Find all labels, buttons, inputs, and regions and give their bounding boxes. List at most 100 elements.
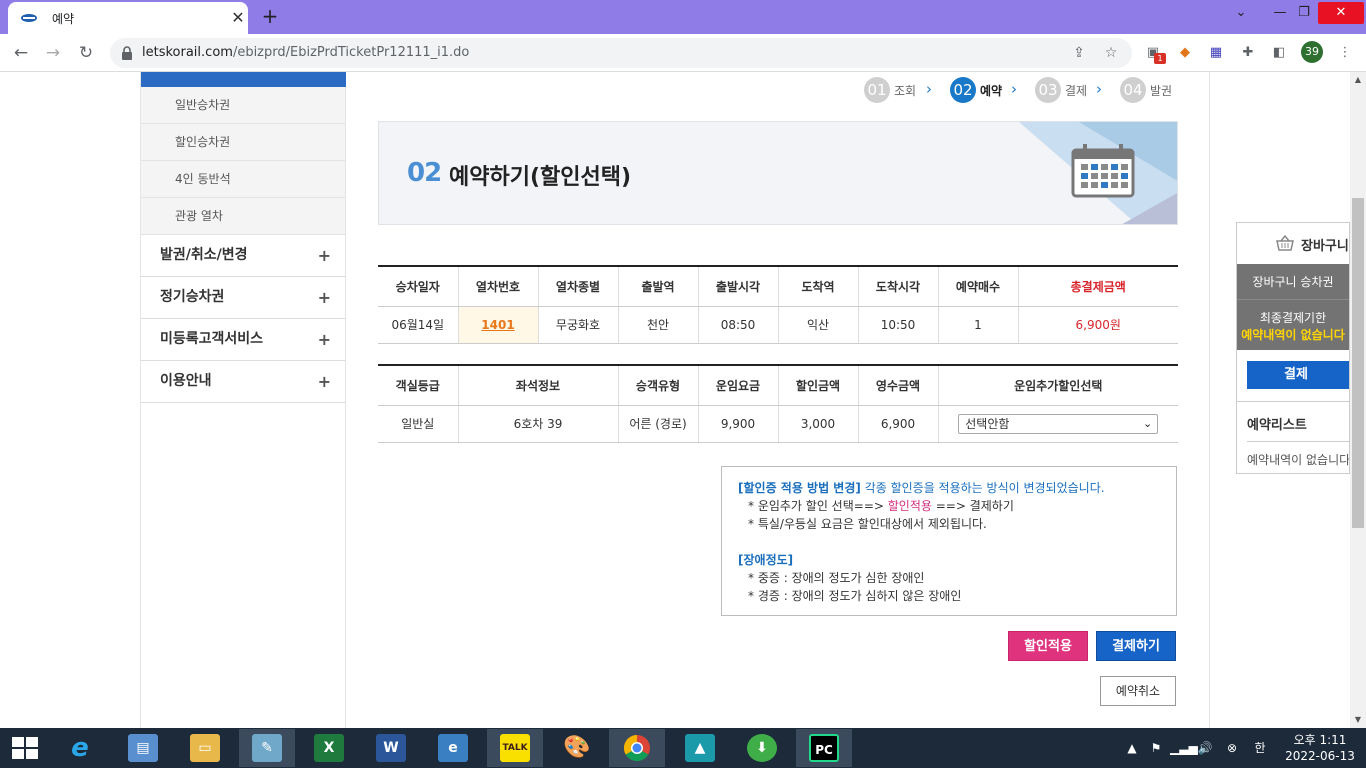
plus-icon: +	[317, 246, 331, 265]
column-header: 객실등급	[378, 365, 459, 406]
back-button[interactable]: ←	[8, 40, 34, 66]
photo-icon: ▲	[685, 734, 715, 762]
share-icon[interactable]: ⇪	[1070, 44, 1088, 62]
scroll-thumb[interactable]	[1352, 198, 1364, 528]
table-row: 06월14일 1401 무궁화호 천안 08:50 익산 10:50 1 6,9…	[378, 306, 1178, 344]
taskbar-pycharm[interactable]: PC	[796, 729, 852, 767]
folder-icon: ▭	[190, 734, 220, 762]
browser-toolbar: ← → ↻ letskorail.com/ebizprd/EbizPrdTick…	[0, 34, 1366, 72]
taskbar-notepad[interactable]: ✎	[239, 729, 295, 767]
page-title: 예약하기(할인선택)	[449, 165, 632, 190]
taskbar-paint[interactable]: 🎨	[549, 729, 605, 767]
forward-button[interactable]: →	[40, 40, 66, 66]
windows-taskbar: e ▤ ▭ ✎ X W e TALK 🎨 ▲ ⬇ PC ▲ ⚑ ▁▃▅ 🔊 ⊗ …	[0, 728, 1366, 768]
taskbar-control-panel[interactable]: ▤	[115, 729, 171, 767]
discount-notice-box: [할인증 적용 방법 변경] 각종 할인증을 적용하는 방식이 변경되었습니다.…	[721, 466, 1177, 616]
extension-shield-icon[interactable]: ▦	[1205, 42, 1227, 64]
extensions-puzzle-icon[interactable]: ✚	[1237, 42, 1259, 64]
scroll-down-icon[interactable]: ▼	[1350, 712, 1366, 728]
step-arrow-icon: ›	[1011, 80, 1017, 98]
signal-icon[interactable]: ▁▃▅	[1170, 728, 1198, 768]
sidebar-filler	[141, 403, 346, 728]
kakaotalk-icon: TALK	[500, 734, 530, 762]
tray-expand-icon[interactable]: ▲	[1124, 728, 1140, 768]
tab-close-icon[interactable]: ✕	[226, 6, 250, 30]
page-title-banner: 02 예약하기(할인선택)	[378, 121, 1178, 225]
discount-amount: 3,000	[778, 405, 859, 443]
cart-panel: 장바구니 장바구니 승차권 최종결제기한 예약내역이 없습니다 결제 예약리스트…	[1236, 222, 1350, 474]
step-arrow-icon: ›	[926, 80, 932, 98]
sidebar-active-header	[141, 72, 346, 87]
passenger-type: 어른 (경로)	[618, 405, 699, 443]
address-bar[interactable]: letskorail.com/ebizprd/EbizPrdTicketPr12…	[110, 38, 1132, 68]
sidebar-item-guest-service[interactable]: 미등록고객서비스 +	[141, 319, 346, 361]
sidebar-item-guide[interactable]: 이용안내 +	[141, 361, 346, 403]
network-warning-icon[interactable]: ⚑	[1146, 728, 1166, 768]
train-number-cell: 1401	[458, 306, 539, 344]
notepad-icon: ✎	[252, 734, 282, 762]
taskbar-chrome[interactable]	[609, 729, 665, 767]
sidebar-item-season-ticket[interactable]: 정기승차권 +	[141, 277, 346, 319]
close-window-button[interactable]: ✕	[1318, 2, 1364, 24]
calendar-icon	[1071, 144, 1135, 198]
reservation-list-empty: 예약내역이 없습니다	[1247, 453, 1350, 467]
cart-pay-button[interactable]: 결제	[1247, 361, 1349, 389]
restore-button[interactable]: ❐	[1291, 2, 1317, 24]
apply-discount-button[interactable]: 할인적용	[1008, 631, 1088, 661]
sidebar-item-ticketing[interactable]: 발권/취소/변경 +	[141, 235, 346, 277]
install-icon: ⬇	[747, 734, 777, 762]
table-row: 일반실 6호차 39 어른 (경로) 9,900 3,000 6,900 선택안…	[378, 405, 1178, 443]
total-amount: 6,900원	[1018, 306, 1178, 344]
bookmark-star-icon[interactable]: ☆	[1102, 44, 1120, 62]
scroll-up-icon[interactable]: ▲	[1350, 72, 1366, 88]
sidebar-sub-item[interactable]: 관광 열차	[141, 198, 346, 235]
train-number-link[interactable]: 1401	[481, 318, 514, 332]
plus-icon: +	[317, 288, 331, 307]
extension-badge: 1	[1154, 53, 1166, 64]
pay-button[interactable]: 결제하기	[1096, 631, 1176, 661]
profile-avatar[interactable]: 39	[1301, 41, 1323, 63]
reload-button[interactable]: ↻	[73, 40, 99, 66]
taskbar-explorer[interactable]: ▭	[177, 729, 233, 767]
sidebar-sub-item[interactable]: 일반승차권	[141, 87, 346, 124]
new-tab-button[interactable]: +	[258, 4, 282, 28]
additional-discount-cell: 선택안함 ⌄	[938, 405, 1178, 443]
sidebar-sub-item[interactable]: 할인승차권	[141, 124, 346, 161]
column-header: 승객유형	[618, 365, 699, 406]
url-text: letskorail.com/ebizprd/EbizPrdTicketPr12…	[142, 45, 470, 60]
word-icon: W	[376, 734, 406, 762]
taskbar-install[interactable]: ⬇	[734, 729, 790, 767]
close-circle-icon[interactable]: ⊗	[1222, 728, 1242, 768]
column-header: 승차일자	[378, 266, 459, 307]
additional-discount-select[interactable]: 선택안함 ⌄	[958, 413, 1159, 434]
page-scrollbar[interactable]: ▲ ▼	[1350, 72, 1366, 728]
side-panel-icon[interactable]: ◧	[1268, 42, 1290, 64]
taskbar-ie-tool[interactable]: e	[425, 729, 481, 767]
metamask-icon[interactable]: ◆	[1174, 42, 1196, 64]
ime-indicator[interactable]: 한	[1250, 728, 1270, 768]
taskbar-excel[interactable]: X	[301, 729, 357, 767]
windows-start-icon[interactable]	[10, 736, 40, 760]
browser-tab[interactable]: 예약 ✕	[8, 2, 248, 34]
system-clock[interactable]: 오후 1:11 2022-06-13	[1285, 732, 1355, 764]
volume-icon[interactable]: 🔊	[1196, 728, 1214, 768]
taskbar-photo[interactable]: ▲	[672, 729, 728, 767]
base-fare: 9,900	[698, 405, 779, 443]
taskbar-kakaotalk[interactable]: TALK	[487, 729, 543, 767]
extension-icon[interactable]: ▣ 1	[1142, 42, 1166, 64]
sidebar-sub-item[interactable]: 4인 동반석	[141, 161, 346, 198]
menu-kebab-icon[interactable]: ⋮	[1334, 42, 1356, 64]
column-header: 영수금액	[858, 365, 939, 406]
tab-search-icon[interactable]: ⌄	[1228, 2, 1254, 24]
column-header: 좌석정보	[458, 365, 619, 406]
taskbar-word[interactable]: W	[363, 729, 419, 767]
column-header-total: 총결제금액	[1018, 266, 1178, 307]
column-header: 예약매수	[938, 266, 1019, 307]
reservation-list-title: 예약리스트	[1247, 418, 1307, 433]
cancel-reservation-button[interactable]: 예약취소	[1100, 676, 1176, 706]
tab-title: 예약	[52, 12, 75, 26]
column-header: 운임추가할인선택	[938, 365, 1178, 406]
taskbar-ie[interactable]: e	[52, 729, 108, 767]
fare-table: 객실등급 좌석정보 승객유형 운임요금 할인금액 영수금액 운임추가할인선택 일…	[378, 364, 1178, 443]
korail-favicon-icon	[21, 14, 37, 22]
